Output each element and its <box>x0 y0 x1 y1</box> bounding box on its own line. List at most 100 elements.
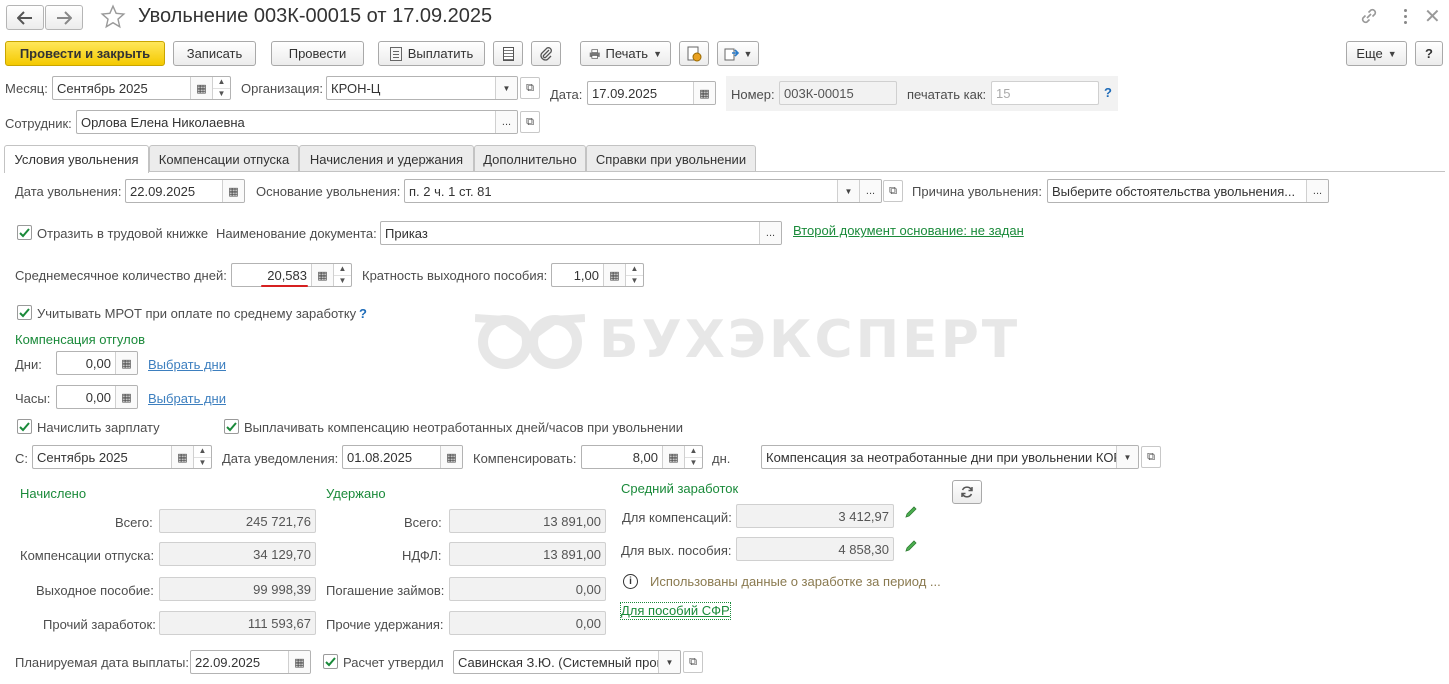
calendar-icon[interactable]: ▦ <box>190 77 212 99</box>
open-approved-button[interactable]: ⧉ <box>683 651 703 673</box>
month-stepper[interactable]: ▲ ▼ <box>212 77 230 99</box>
create-based-button[interactable]: ▼ <box>717 41 759 66</box>
hours-field[interactable]: 0,00 ▦ <box>56 385 138 409</box>
avg-days-label: Среднемесячное количество дней: <box>15 268 227 283</box>
open-employee-button[interactable]: ⧉ <box>520 111 540 133</box>
calculator-icon[interactable]: ▦ <box>115 386 137 408</box>
from-field[interactable]: Сентябрь 2025 ▦ ▲ ▼ <box>32 445 212 469</box>
tab-dismissal-conditions[interactable]: Условия увольнения <box>4 145 149 173</box>
tab-accruals-deductions[interactable]: Начисления и удержания <box>299 145 474 172</box>
more-button[interactable]: Еще ▼ <box>1346 41 1407 66</box>
calculator-icon[interactable]: ▦ <box>311 264 333 286</box>
date-field[interactable]: 17.09.2025 ▦ <box>587 81 716 105</box>
back-button[interactable] <box>6 5 44 30</box>
avg-severance-value: 4 858,30 <box>838 541 889 557</box>
print-button[interactable]: Печать ▼ <box>580 41 671 66</box>
multiplicity-stepper[interactable]: ▲ ▼ <box>625 264 643 286</box>
select-days-link-2[interactable]: Выбрать дни <box>148 391 226 407</box>
comp-type-field[interactable]: Компенсация за неотработанные дни при ув… <box>761 445 1139 469</box>
avg-comp-field: 3 412,97 <box>736 504 894 528</box>
document-settings-icon <box>687 46 702 61</box>
document-list-icon <box>502 46 514 61</box>
select-days-link-1[interactable]: Выбрать дни <box>148 357 226 373</box>
accrue-salary-checkbox[interactable] <box>17 419 32 434</box>
multiplicity-field[interactable]: 1,00 ▦ ▲ ▼ <box>551 263 644 287</box>
avg-days-stepper[interactable]: ▲ ▼ <box>333 264 351 286</box>
calculator-icon[interactable]: ▦ <box>115 352 137 374</box>
docname-field[interactable]: Приказ ... <box>380 221 782 245</box>
printer-icon <box>589 48 600 59</box>
dropdown-arrow-icon[interactable]: ▼ <box>495 77 517 99</box>
avg-info-text[interactable]: Использованы данные о заработке за перио… <box>650 574 941 590</box>
open-organization-button[interactable]: ⧉ <box>520 77 540 99</box>
more-label: Еще <box>1356 46 1383 61</box>
link-icon[interactable] <box>1359 6 1379 29</box>
attach-button[interactable] <box>531 41 561 66</box>
reason-field[interactable]: Выберите обстоятельства увольнения... ..… <box>1047 179 1329 203</box>
sfr-link[interactable]: Для пособий СФР <box>620 602 731 620</box>
calendar-icon[interactable]: ▦ <box>440 446 462 468</box>
compensate-field[interactable]: 8,00 ▦ ▲ ▼ <box>581 445 703 469</box>
avg-days-field[interactable]: 20,583 ▦ ▲ ▼ <box>231 263 352 287</box>
post-and-close-button[interactable]: Провести и закрыть <box>5 41 165 66</box>
close-icon[interactable]: ✕ <box>1424 4 1441 29</box>
help-button[interactable]: ? <box>1415 41 1443 66</box>
accrued-total-value: 245 721,76 <box>245 513 311 529</box>
dismissal-date-field[interactable]: 22.09.2025 ▦ <box>125 179 245 203</box>
second-doc-link[interactable]: Второй документ основание: не задан <box>793 223 1024 239</box>
pay-comp-checkbox[interactable] <box>224 419 239 434</box>
paperclip-icon <box>540 46 552 61</box>
dropdown-arrow-icon[interactable]: ▼ <box>658 651 680 673</box>
structure-button[interactable] <box>679 41 709 66</box>
select-ellipsis-icon[interactable]: ... <box>759 222 781 244</box>
days-field[interactable]: 0,00 ▦ <box>56 351 138 375</box>
basis-field[interactable]: п. 2 ч. 1 ст. 81 ▼ ... <box>404 179 882 203</box>
compensate-stepper[interactable]: ▲ ▼ <box>684 446 702 468</box>
forward-button[interactable] <box>45 5 83 30</box>
select-ellipsis-icon[interactable]: ... <box>1306 180 1328 202</box>
more-menu-icon[interactable] <box>1395 6 1415 26</box>
calendar-icon[interactable]: ▦ <box>171 446 193 468</box>
number-label: Номер: <box>731 87 775 102</box>
select-ellipsis-icon[interactable]: ... <box>495 111 517 133</box>
organization-field[interactable]: КРОН-Ц ▼ <box>326 76 518 100</box>
notice-date-field[interactable]: 01.08.2025 ▦ <box>342 445 463 469</box>
report-button[interactable] <box>493 41 523 66</box>
tab-certificates[interactable]: Справки при увольнении <box>586 145 756 172</box>
help-question-icon[interactable]: ? <box>359 306 367 321</box>
withheld-total-label: Всего: <box>404 515 442 530</box>
accrued-total-label: Всего: <box>115 515 153 530</box>
open-comp-type-button[interactable]: ⧉ <box>1141 446 1161 468</box>
open-basis-button[interactable]: ⧉ <box>883 180 903 202</box>
mrot-checkbox[interactable] <box>17 305 32 320</box>
calendar-icon[interactable]: ▦ <box>288 651 310 673</box>
dropdown-arrow-icon[interactable]: ▼ <box>837 180 859 202</box>
refresh-button[interactable] <box>952 480 982 504</box>
calendar-icon[interactable]: ▦ <box>693 82 715 104</box>
calculator-icon[interactable]: ▦ <box>662 446 684 468</box>
pay-button[interactable]: Выплатить <box>378 41 485 66</box>
post-button[interactable]: Провести <box>271 41 364 66</box>
calculator-icon[interactable]: ▦ <box>603 264 625 286</box>
workbook-checkbox[interactable] <box>17 225 32 240</box>
pay-date-field[interactable]: 22.09.2025 ▦ <box>190 650 311 674</box>
edit-pencil-icon[interactable] <box>904 539 918 553</box>
save-button[interactable]: Записать <box>173 41 256 66</box>
tab-additional[interactable]: Дополнительно <box>474 145 586 172</box>
select-ellipsis-icon[interactable]: ... <box>859 180 881 202</box>
compensate-value: 8,00 <box>632 449 658 465</box>
calendar-icon[interactable]: ▦ <box>222 180 244 202</box>
employee-field[interactable]: Орлова Елена Николаевна ... <box>76 110 518 134</box>
favorite-star-icon[interactable] <box>100 4 126 33</box>
approved-field[interactable]: Савинская З.Ю. (Системный прог ▼ <box>453 650 681 674</box>
dropdown-arrow-icon[interactable]: ▼ <box>1116 446 1138 468</box>
month-field[interactable]: Сентябрь 2025 ▦ ▲ ▼ <box>52 76 231 100</box>
from-stepper[interactable]: ▲ ▼ <box>193 446 211 468</box>
withheld-ndfl-label: НДФЛ: <box>402 548 442 563</box>
print-as-field[interactable]: 15 <box>991 81 1099 105</box>
accrued-other-field: 111 593,67 <box>159 611 316 635</box>
help-question-icon[interactable]: ? <box>1104 85 1112 100</box>
edit-pencil-icon[interactable] <box>904 505 918 519</box>
approved-checkbox[interactable] <box>323 654 338 669</box>
tab-vacation-compensation[interactable]: Компенсации отпуска <box>149 145 299 172</box>
